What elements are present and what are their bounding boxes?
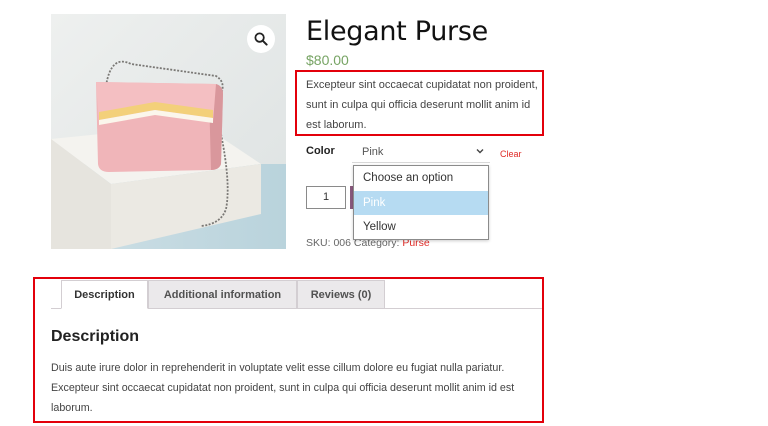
option-yellow[interactable]: Yellow [354, 215, 488, 240]
zoom-button[interactable] [247, 25, 275, 53]
quantity-input[interactable]: 1 [306, 186, 346, 209]
description-text: Duis aute irure dolor in reprehenderit i… [51, 362, 515, 414]
color-dropdown-list: Choose an option Pink Yellow [353, 165, 489, 240]
clear-variation-link[interactable]: Clear [500, 149, 522, 159]
option-choose[interactable]: Choose an option [354, 166, 488, 191]
sku-label: SKU: [306, 237, 331, 249]
tab-description[interactable]: Description [61, 280, 148, 309]
sku-value: 006 [333, 237, 351, 249]
product-title: Elegant Purse [306, 16, 488, 47]
tab-additional-information[interactable]: Additional information [148, 280, 297, 309]
magnifier-icon [254, 32, 268, 46]
short-description: Excepteur sint occaecat cupidatat non pr… [306, 79, 538, 131]
chevron-down-icon [476, 149, 484, 154]
color-select[interactable]: Pink [352, 141, 490, 163]
option-pink[interactable]: Pink [354, 190, 488, 215]
product-image[interactable] [51, 14, 286, 249]
color-label: Color [306, 145, 335, 157]
description-heading: Description [51, 328, 140, 345]
color-select-value: Pink [362, 145, 384, 158]
product-price: $80.00 [306, 52, 349, 68]
tab-reviews[interactable]: Reviews (0) [297, 280, 385, 309]
